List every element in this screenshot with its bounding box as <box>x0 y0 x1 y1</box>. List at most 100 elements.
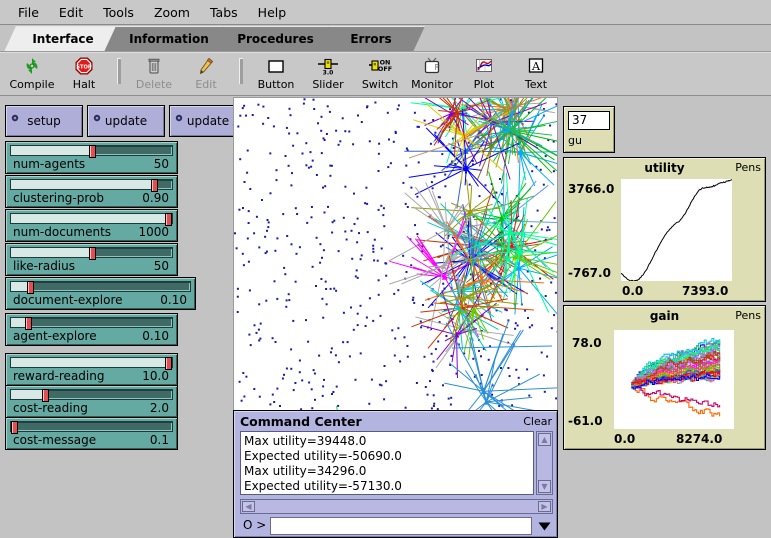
slider-track[interactable] <box>10 247 173 260</box>
update-button-label: update <box>104 114 148 128</box>
monitor-value: 37 <box>568 111 610 130</box>
slider-num-agents[interactable]: num-agents 50 <box>5 141 178 174</box>
slider-agent-explore[interactable]: agent-explore 0.10 <box>5 313 178 346</box>
slider-reward-reading[interactable]: reward-reading 10.0 <box>5 353 178 386</box>
toolbar-compile-button[interactable]: Compile <box>6 55 58 95</box>
slider-document-explore[interactable]: document-explore 0.10 <box>5 277 196 310</box>
command-center-prompt-label: O > <box>243 518 267 532</box>
menu-item-edit[interactable]: Edit <box>49 3 93 22</box>
slider-value: 2.0 <box>149 401 169 415</box>
menu-item-zoom[interactable]: Zoom <box>144 3 200 22</box>
toolbar-delete-label: Delete <box>135 78 173 91</box>
slider-label: cost-reading <box>13 401 88 415</box>
recycle-icon <box>22 55 42 77</box>
slider-track[interactable] <box>10 421 173 434</box>
slider-track[interactable] <box>10 389 173 402</box>
toolbar-delete-button[interactable]: Delete <box>128 55 180 95</box>
command-center-agent-dropdown[interactable] <box>536 518 553 534</box>
svg-text:OFF: OFF <box>378 65 392 73</box>
svg-text:STOP: STOP <box>76 65 92 71</box>
toolbar-switch-widget-button[interactable]: ON OFF Switch <box>354 55 406 95</box>
scroll-up-icon[interactable]: ▲ <box>538 433 551 446</box>
toolbar-button-widget-button[interactable]: Button <box>250 55 302 95</box>
slider-track[interactable] <box>10 281 191 294</box>
slider-fill <box>11 390 44 399</box>
toolbar-slider-widget-button[interactable]: 3.0 Slider <box>302 55 354 95</box>
slider-value: 0.10 <box>160 293 187 307</box>
slider-track[interactable] <box>10 213 173 226</box>
slider-label: reward-reading <box>13 369 105 383</box>
slider-track[interactable] <box>10 179 173 192</box>
slider-knob[interactable] <box>88 145 96 158</box>
tab-interface-label: Interface <box>32 31 94 46</box>
tab-information-label: Information <box>129 31 209 46</box>
plot-gain-xmax: 8274.0 <box>676 432 723 446</box>
menu-item-file[interactable]: File <box>8 3 49 22</box>
slider-cost-reading[interactable]: cost-reading 2.0 <box>5 385 178 418</box>
menu-bar: File Edit Tools Zoom Tabs Help <box>0 0 771 25</box>
menu-item-tabs[interactable]: Tabs <box>200 3 248 22</box>
slider-label: document-explore <box>13 293 123 307</box>
slider-like-radius[interactable]: like-radius 50 <box>5 243 178 276</box>
slider-track[interactable] <box>10 317 173 330</box>
toolbar-text-widget-button[interactable]: A Text <box>510 55 562 95</box>
output-line: Expected utility=-57130.0 <box>244 479 402 493</box>
slider-num-documents[interactable]: num-documents 1000 <box>5 209 178 242</box>
slider-value: 50 <box>153 157 169 171</box>
command-center-title: Command Center <box>240 414 362 429</box>
menu-item-tools[interactable]: Tools <box>93 3 144 22</box>
plot-gain-pens-button[interactable]: Pens <box>735 309 761 322</box>
plot-utility-canvas <box>621 179 732 281</box>
scroll-left-icon[interactable]: ◀ <box>242 501 255 512</box>
toolbar-button-label: Button <box>257 78 295 91</box>
netlogo-window: File Edit Tools Zoom Tabs Help Interface… <box>0 0 771 538</box>
slider-fill <box>11 180 156 189</box>
text-icon: A <box>526 55 546 77</box>
plot-gain[interactable]: gain Pens 78.0 -61.0 0.0 8274.0 <box>563 305 766 450</box>
command-center-vertical-scrollbar[interactable]: ▲ ▼ <box>536 431 553 495</box>
update-button[interactable]: update <box>87 105 165 137</box>
toolbar-halt-label: Halt <box>72 78 96 91</box>
slider-track[interactable] <box>10 145 173 158</box>
plot-utility[interactable]: utility Pens 3766.0 -767.0 0.0 7393.0 <box>563 157 766 302</box>
plot-gain-xmin: 0.0 <box>614 432 636 446</box>
slider-knob[interactable] <box>88 247 96 260</box>
command-center-horizontal-scrollbar[interactable]: ◀ ▶ <box>240 499 553 514</box>
toolbar-plot-widget-button[interactable]: Plot <box>458 55 510 95</box>
output-line: Max utility=34296.0 <box>244 464 367 478</box>
plot-utility-ymax: 3766.0 <box>568 182 615 196</box>
menu-item-help[interactable]: Help <box>248 3 297 22</box>
tab-errors-label: Errors <box>350 31 392 46</box>
slider-label: agent-explore <box>13 329 97 343</box>
plot-utility-xmax: 7393.0 <box>682 284 729 298</box>
plot-utility-pens-button[interactable]: Pens <box>735 161 761 174</box>
scroll-right-icon[interactable]: ▶ <box>538 501 551 512</box>
monitor-widget[interactable]: 37 gu <box>563 106 615 153</box>
slider-cost-message[interactable]: cost-message 0.1 <box>5 417 178 450</box>
switch-icon: ON OFF <box>368 55 392 77</box>
toolbar-slider-label: Slider <box>312 78 344 91</box>
toolbar-separator <box>239 58 243 84</box>
setup-button[interactable]: setup <box>5 105 83 137</box>
toolbar-edit-button[interactable]: Edit <box>180 55 232 95</box>
slider-value: 50 <box>153 259 169 273</box>
stop-sign-icon: STOP <box>74 55 94 77</box>
slider-value: 0.1 <box>149 433 169 447</box>
toolbar-halt-button[interactable]: STOP Halt <box>58 55 110 95</box>
toolbar-text-label: Text <box>524 78 548 91</box>
command-center-input[interactable] <box>270 517 532 535</box>
button-icon <box>266 55 286 77</box>
command-center-clear-button[interactable]: Clear <box>523 415 552 428</box>
slider-fill <box>11 358 172 367</box>
svg-text:3.0: 3.0 <box>323 70 334 77</box>
slider-clustering-prob[interactable]: clustering-prob 0.90 <box>5 175 178 208</box>
command-center-output: Max utility=39448.0 Expected utility=-50… <box>240 431 534 495</box>
trash-icon <box>144 55 164 77</box>
chevron-down-icon <box>538 522 551 530</box>
tab-errors[interactable]: Errors <box>317 26 425 52</box>
slider-label: clustering-prob <box>13 191 104 205</box>
toolbar-monitor-widget-button[interactable]: Monitor <box>406 55 458 95</box>
widget-panel: setup update update num-agents 50 cluste… <box>0 97 247 538</box>
scroll-down-icon[interactable]: ▼ <box>538 480 551 493</box>
slider-track[interactable] <box>10 357 173 370</box>
